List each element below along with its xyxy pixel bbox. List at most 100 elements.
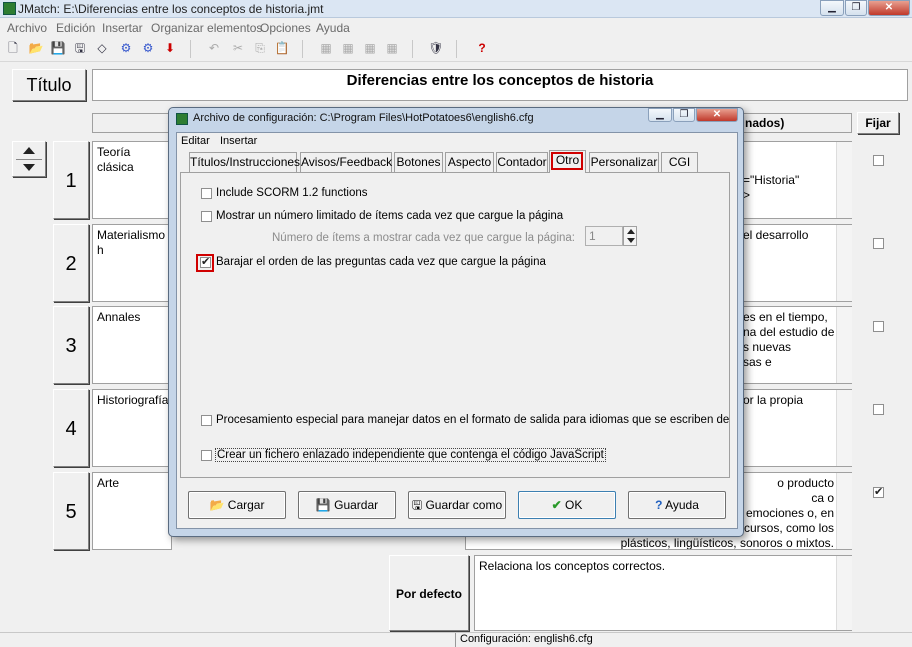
dialog-menu-insertar[interactable]: Insertar bbox=[220, 135, 257, 147]
num-items-spinner[interactable] bbox=[623, 226, 637, 246]
grid4-icon[interactable]: ▦ bbox=[384, 40, 400, 56]
scrollbar[interactable] bbox=[836, 142, 852, 218]
help-label: Ayuda bbox=[665, 498, 699, 512]
row-number-1[interactable]: 1 bbox=[53, 141, 89, 219]
separate-js-checkbox[interactable] bbox=[201, 450, 212, 461]
spin-down-icon[interactable] bbox=[627, 238, 635, 243]
minimize-button[interactable]: ▁ bbox=[820, 0, 844, 16]
arrow-up-icon[interactable] bbox=[23, 147, 35, 154]
shuffle-label: Barajar el orden de las preguntas cada v… bbox=[216, 256, 546, 268]
menu-archivo[interactable]: Archivo bbox=[7, 21, 47, 35]
fijar-checkbox-1[interactable] bbox=[873, 155, 884, 166]
scrollbar[interactable] bbox=[836, 390, 852, 466]
title-input[interactable]: Diferencias entre los conceptos de histo… bbox=[92, 69, 908, 101]
default-label[interactable]: Por defecto bbox=[389, 555, 469, 631]
row-number-4[interactable]: 4 bbox=[53, 389, 89, 467]
tab-contador[interactable]: Contador bbox=[496, 152, 548, 172]
row-number-5[interactable]: 5 bbox=[53, 472, 89, 550]
ok-button[interactable]: ✔ OK bbox=[518, 491, 616, 519]
app-icon bbox=[3, 2, 16, 15]
row-left-2[interactable]: Materialismo h bbox=[92, 224, 172, 302]
separate-js-label: Crear un fichero enlazado independiente … bbox=[215, 448, 606, 462]
window-title: JMatch: E:\Diferencias entre los concept… bbox=[18, 2, 324, 16]
scrollbar[interactable] bbox=[836, 556, 852, 630]
open-icon[interactable]: 📂 bbox=[28, 40, 44, 56]
grid2-icon[interactable]: ▦ bbox=[340, 40, 356, 56]
menu-opciones[interactable]: Opciones bbox=[260, 21, 311, 35]
tab-personalizar[interactable]: Personalizar bbox=[589, 152, 659, 172]
tab-aspecto[interactable]: Aspecto bbox=[445, 152, 494, 172]
help-button[interactable]: ? Ayuda bbox=[628, 491, 726, 519]
arrow-down-icon[interactable] bbox=[23, 164, 35, 171]
row-left-3[interactable]: Annales bbox=[92, 306, 172, 384]
web-page-icon[interactable]: ⚙ bbox=[118, 40, 134, 56]
save-as-icon[interactable]: 🖫 bbox=[72, 40, 88, 56]
cut-icon[interactable]: ✂ bbox=[230, 40, 246, 56]
row-number-3[interactable]: 3 bbox=[53, 306, 89, 384]
scorm-checkbox[interactable] bbox=[201, 188, 212, 199]
tab-botones[interactable]: Botones bbox=[394, 152, 443, 172]
num-items-input[interactable]: 1 bbox=[585, 226, 623, 246]
dialog-minimize-button[interactable]: ▁ bbox=[648, 108, 672, 122]
export-icon[interactable]: ⬇ bbox=[162, 40, 178, 56]
grid-icon[interactable]: ▦ bbox=[318, 40, 334, 56]
grid3-icon[interactable]: ▦ bbox=[362, 40, 378, 56]
tab-titulos[interactable]: Títulos/Instrucciones bbox=[189, 152, 300, 172]
highlight-box bbox=[551, 152, 583, 170]
rtl-checkbox[interactable] bbox=[201, 415, 212, 426]
maximize-button[interactable]: ❐ bbox=[845, 0, 867, 16]
load-label: Cargar bbox=[227, 498, 265, 512]
tab-avisos[interactable]: Avisos/Feedback bbox=[300, 152, 392, 172]
paste-icon[interactable]: 📋 bbox=[274, 40, 290, 56]
drag-drop-page-icon[interactable]: ⚙ bbox=[140, 40, 156, 56]
load-button[interactable]: 📂 Cargar bbox=[188, 491, 286, 519]
dialog-app-icon bbox=[176, 113, 188, 125]
save-icon[interactable]: 💾 bbox=[50, 40, 66, 56]
tab-cgi[interactable]: CGI bbox=[661, 152, 698, 172]
menu-edicion[interactable]: Edición bbox=[56, 21, 95, 35]
row-left-5[interactable]: Arte bbox=[92, 472, 172, 550]
menu-organizar[interactable]: Organizar elementos bbox=[151, 21, 262, 35]
scrollbar[interactable] bbox=[836, 307, 852, 383]
fijar-checkbox-2[interactable] bbox=[873, 238, 884, 249]
spin-up-icon[interactable] bbox=[627, 229, 635, 234]
scrollbar[interactable] bbox=[836, 225, 852, 301]
dialog-menu-editar[interactable]: Editar bbox=[181, 135, 210, 147]
reorder-arrows[interactable] bbox=[12, 141, 46, 177]
close-button[interactable]: ✕ bbox=[868, 0, 910, 16]
copy-icon[interactable]: ⎘ bbox=[252, 40, 268, 56]
dialog-close-button[interactable]: ✕ bbox=[696, 108, 738, 122]
save-as-button[interactable]: 🖫 Guardar como bbox=[408, 491, 506, 519]
question-icon: ? bbox=[655, 498, 663, 512]
row-left-4[interactable]: Historiografía bbox=[92, 389, 172, 467]
undo-icon[interactable]: ↶ bbox=[206, 40, 222, 56]
config-icon[interactable]: 🛡 bbox=[428, 40, 444, 56]
dialog-maximize-button[interactable]: ❐ bbox=[673, 108, 695, 122]
save-button[interactable]: 💾 Guardar bbox=[298, 491, 396, 519]
fijar-checkbox-3[interactable] bbox=[873, 321, 884, 332]
ok-label: OK bbox=[565, 498, 583, 512]
scorm-label: Include SCORM 1.2 functions bbox=[216, 187, 368, 199]
menu-bar: Archivo Edición Insertar Organizar eleme… bbox=[0, 18, 912, 36]
menu-ayuda[interactable]: Ayuda bbox=[316, 21, 350, 35]
rtl-label: Procesamiento especial para manejar dato… bbox=[216, 414, 730, 426]
status-text: Configuración: english6.cfg bbox=[460, 633, 593, 645]
default-feedback[interactable]: Relaciona los conceptos correctos. bbox=[474, 555, 852, 631]
help-icon[interactable]: ? bbox=[474, 40, 490, 56]
right-column-header: nados) bbox=[740, 113, 852, 133]
scrollbar[interactable] bbox=[836, 473, 852, 549]
new-icon[interactable]: 🗋 bbox=[5, 40, 21, 56]
fijar-checkbox-5[interactable] bbox=[873, 485, 884, 498]
status-bar: Configuración: english6.cfg bbox=[0, 632, 912, 647]
dialog-title: Archivo de configuración: C:\Program Fil… bbox=[193, 112, 534, 124]
menu-insertar[interactable]: Insertar bbox=[102, 21, 143, 35]
eraser-icon[interactable]: ◇ bbox=[94, 40, 110, 56]
fijar-checkbox-4[interactable] bbox=[873, 404, 884, 415]
limited-items-checkbox[interactable] bbox=[201, 211, 212, 222]
row-number-2[interactable]: 2 bbox=[53, 224, 89, 302]
save-label: Guardar bbox=[334, 498, 379, 512]
title-label[interactable]: Título bbox=[12, 69, 86, 101]
limited-items-label: Mostrar un número limitado de ítems cada… bbox=[216, 210, 564, 222]
check-icon: ✔ bbox=[551, 498, 562, 512]
row-left-1[interactable]: Teoría clásica bbox=[92, 141, 172, 219]
